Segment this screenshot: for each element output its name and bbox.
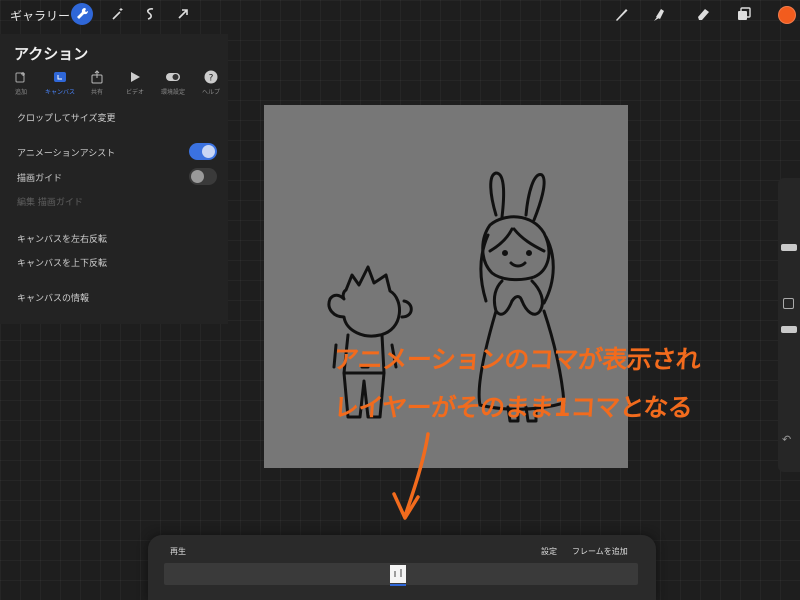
add-frame-button[interactable]: フレームを追加 [572, 546, 628, 557]
drawing-canvas[interactable] [264, 105, 628, 468]
side-slider-bar: ↶ [778, 178, 800, 472]
actions-panel: アクション 追加 キャンバス 共有 ビデオ 環境設定 ? ヘルプ クロップしてサ… [0, 34, 228, 324]
drawing-guide-toggle[interactable] [189, 168, 217, 185]
magic-wand-icon[interactable] [107, 3, 129, 25]
play-button[interactable]: 再生 [170, 546, 186, 557]
tab-prefs[interactable]: 環境設定 [153, 70, 193, 96]
share-icon [91, 70, 103, 84]
flip-vertical-item[interactable]: キャンバスを上下反転 [17, 256, 107, 269]
crop-resize-item[interactable]: クロップしてサイズ変更 [17, 111, 115, 124]
tab-label: 共有 [90, 89, 103, 96]
frame-selected-indicator [390, 584, 406, 586]
tab-share[interactable]: 共有 [77, 70, 117, 96]
tab-help[interactable]: ? ヘルプ [191, 70, 231, 96]
wrench-icon[interactable] [71, 3, 93, 25]
add-icon [15, 72, 25, 83]
frame-thumbnail[interactable] [390, 565, 406, 583]
smudge-icon[interactable] [650, 5, 670, 25]
layers-icon[interactable] [735, 5, 755, 25]
help-icon: ? [204, 70, 218, 84]
animation-timeline: 再生 設定 フレームを追加 [148, 535, 656, 600]
drawing-guide-label: 描画ガイド [17, 174, 63, 184]
video-icon [131, 72, 140, 82]
modify-button[interactable] [783, 298, 794, 309]
panel-title: アクション [14, 45, 89, 63]
character-drawing [327, 171, 566, 423]
top-toolbar: ギャラリー [0, 0, 800, 28]
canvas-info-item[interactable]: キャンバスの情報 [17, 291, 89, 304]
frame-preview [394, 569, 402, 577]
toggle-knob [202, 145, 215, 158]
edit-drawing-guide-item[interactable]: 編集 描画ガイド [17, 195, 83, 208]
frame-strip [164, 563, 638, 586]
timeline-settings-button[interactable]: 設定 [541, 546, 557, 557]
prefs-icon [166, 73, 180, 81]
svg-text:?: ? [209, 74, 214, 84]
animation-assist-toggle[interactable] [189, 143, 217, 160]
color-picker-button[interactable] [778, 6, 796, 24]
tab-label: ヘルプ [201, 89, 220, 96]
tab-label: ビデオ [125, 89, 144, 96]
brush-size-slider[interactable] [781, 244, 797, 251]
flip-horizontal-item[interactable]: キャンバスを左右反転 [17, 232, 107, 245]
tab-canvas[interactable]: キャンバス [40, 70, 80, 96]
opacity-slider[interactable] [781, 326, 797, 333]
undo-icon[interactable]: ↶ [782, 433, 791, 446]
tab-label: 環境設定 [160, 89, 185, 96]
tab-video[interactable]: ビデオ [115, 70, 155, 96]
tab-label: 追加 [14, 89, 27, 96]
eraser-icon[interactable] [694, 5, 714, 25]
gallery-button[interactable]: ギャラリー [10, 7, 70, 24]
canvas-icon [54, 72, 66, 82]
tab-label: キャンバス [44, 89, 75, 96]
tab-add[interactable]: 追加 [1, 70, 41, 96]
selection-icon[interactable] [139, 3, 161, 25]
toggle-knob [191, 170, 204, 183]
animation-assist-label: アニメーションアシスト [17, 149, 116, 159]
transform-arrow-icon[interactable] [172, 3, 194, 25]
brush-icon[interactable] [613, 5, 633, 25]
